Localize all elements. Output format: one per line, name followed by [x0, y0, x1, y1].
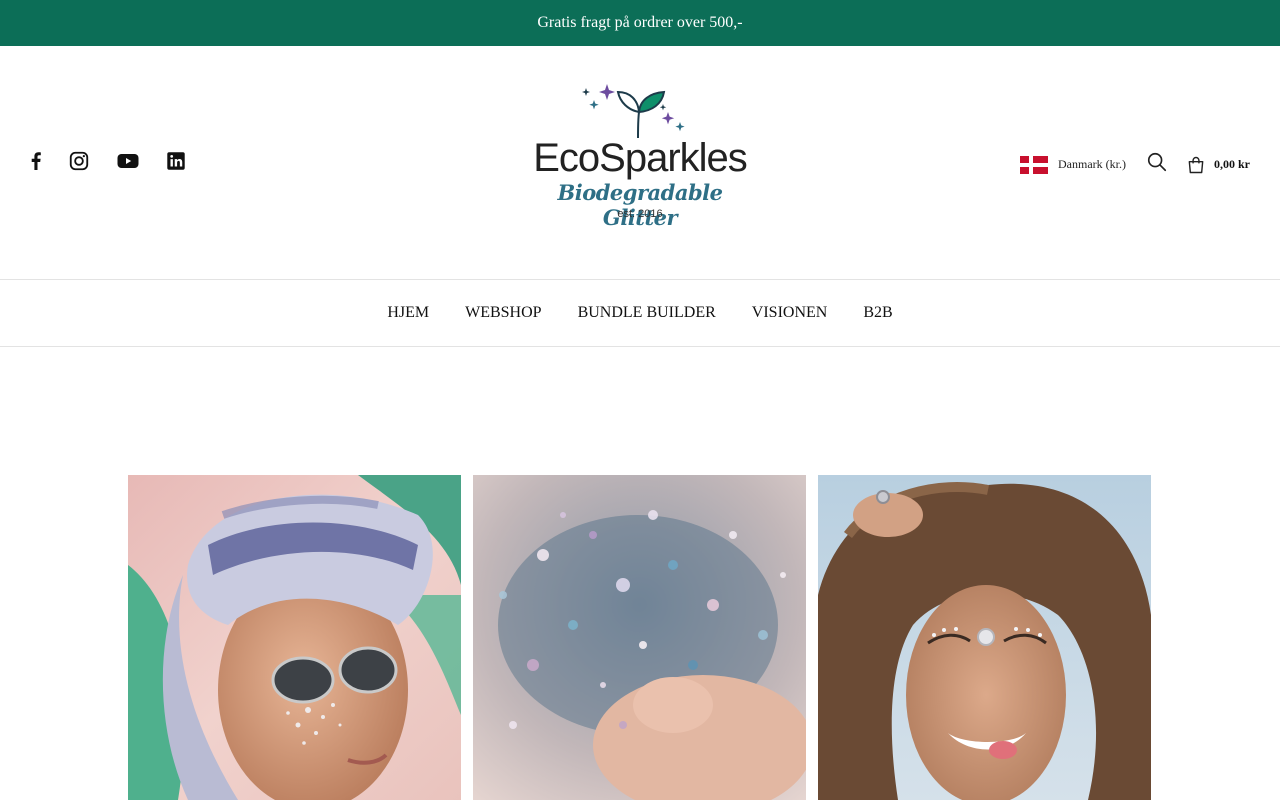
gallery-image-winking-woman[interactable] [818, 475, 1151, 800]
logo-tagline: Biodegradable Glitter [557, 180, 723, 230]
nav-item-hjem[interactable]: HJEM [387, 304, 429, 322]
logo-established: est. 2016 [617, 208, 663, 220]
announcement-text: Gratis fragt på ordrer over 500,- [537, 14, 743, 31]
country-label: Danmark (kr.) [1058, 157, 1126, 171]
nav-item-bundle-builder[interactable]: BUNDLE BUILDER [578, 304, 716, 322]
denmark-flag-icon [1020, 155, 1049, 174]
hero-gallery [128, 475, 1152, 800]
shopping-bag-icon [1188, 156, 1204, 173]
logo-sprout-graphic [582, 84, 685, 139]
search-icon[interactable] [1146, 151, 1168, 178]
facebook-icon[interactable] [24, 149, 48, 173]
youtube-icon[interactable] [116, 149, 140, 173]
nav-item-webshop[interactable]: WEBSHOP [465, 304, 541, 322]
linkedin-icon[interactable] [165, 150, 187, 172]
header-tools: Danmark (kr.) 0,00 kr [1020, 151, 1250, 178]
country-selector[interactable]: Danmark (kr.) [1020, 155, 1126, 174]
instagram-icon[interactable] [68, 150, 90, 172]
announcement-bar: Gratis fragt på ordrer over 500,- [0, 0, 1280, 46]
site-header: EcoSparkles Biodegradable Glitter est. 2… [0, 46, 1280, 280]
gallery-image-headscarf-woman[interactable] [128, 475, 461, 800]
gallery-image-glitter-hands[interactable] [473, 475, 806, 800]
main-navigation: HJEM WEBSHOP BUNDLE BUILDER VISIONEN B2B [0, 280, 1280, 347]
social-links [24, 149, 207, 173]
site-logo[interactable]: EcoSparkles Biodegradable Glitter est. 2… [520, 80, 760, 230]
logo-name: EcoSparkles [533, 136, 748, 180]
cart-total: 0,00 kr [1214, 157, 1250, 171]
cart-button[interactable]: 0,00 kr [1186, 155, 1250, 175]
nav-item-b2b[interactable]: B2B [863, 304, 892, 322]
nav-item-visionen[interactable]: VISIONEN [752, 304, 828, 322]
